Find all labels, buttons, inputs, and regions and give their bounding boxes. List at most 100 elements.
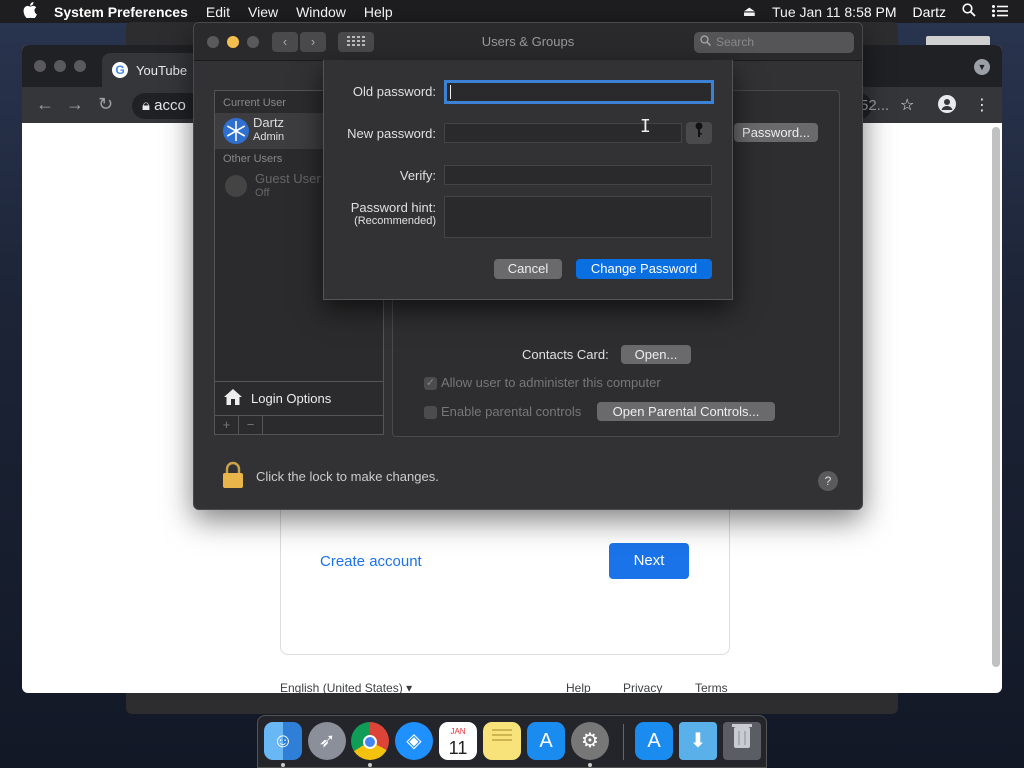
bookmark-star-icon[interactable]: ☆ bbox=[900, 95, 914, 115]
language-label: English (United States) bbox=[280, 681, 403, 693]
running-indicator bbox=[368, 763, 372, 767]
dock-separator bbox=[623, 724, 624, 760]
running-indicator bbox=[281, 763, 285, 767]
ibeam-cursor-icon: I bbox=[640, 116, 651, 137]
language-select[interactable]: English (United States) ▾ bbox=[280, 681, 412, 693]
chevron-down-icon: ▾ bbox=[406, 681, 413, 693]
allow-admin-checkbox[interactable]: ✓ bbox=[424, 377, 437, 390]
current-user-header: Current User bbox=[223, 97, 286, 109]
password-hint-text: Password hint: bbox=[350, 200, 436, 215]
dock: ☺ ➶ ◈ JAN 11 A ⚙ A ⬇ bbox=[257, 715, 767, 768]
footer-terms-link[interactable]: Terms bbox=[695, 681, 728, 693]
menu-window[interactable]: Window bbox=[296, 4, 346, 20]
calendar-month: JAN bbox=[450, 727, 466, 736]
contacts-card-label: Contacts Card: bbox=[522, 347, 609, 362]
old-password-field[interactable] bbox=[444, 80, 714, 104]
user-name: Dartz bbox=[253, 115, 285, 130]
create-account-link[interactable]: Create account bbox=[320, 553, 422, 570]
notification-center-icon[interactable] bbox=[992, 4, 1008, 20]
user-role: Admin bbox=[253, 131, 285, 143]
old-password-label: Old password: bbox=[352, 84, 436, 99]
close-button[interactable] bbox=[34, 60, 46, 72]
password-hint-sub: (Recommended) bbox=[354, 215, 436, 227]
guest-avatar-icon bbox=[225, 175, 247, 197]
footer-help-link[interactable]: Help bbox=[566, 681, 591, 693]
chrome-icon[interactable] bbox=[351, 722, 389, 760]
zoom-button[interactable] bbox=[74, 60, 86, 72]
add-user-button[interactable]: + bbox=[215, 416, 239, 435]
profile-icon[interactable] bbox=[938, 95, 956, 118]
reload-icon[interactable]: ↻ bbox=[98, 94, 113, 115]
login-options-label: Login Options bbox=[251, 391, 332, 406]
launchpad-rocket-icon[interactable]: ➶ bbox=[308, 722, 346, 760]
search-placeholder: Search bbox=[716, 35, 755, 49]
change-password-button[interactable]: Password... bbox=[734, 123, 818, 142]
window-titlebar: ‹ › Users & Groups Search bbox=[194, 23, 862, 61]
lock-icon: 🔒︎ bbox=[142, 97, 155, 114]
verify-label: Verify: bbox=[399, 168, 436, 183]
tab-title: YouTube bbox=[136, 62, 188, 78]
downloads-folder-icon[interactable]: ⬇ bbox=[679, 722, 717, 760]
menubar-status-area: ⏏ Tue Jan 11 8:58 PM Dartz bbox=[743, 0, 1024, 23]
page-scrollbar[interactable] bbox=[992, 127, 1000, 667]
forward-arrow-icon[interactable]: → bbox=[66, 94, 84, 115]
back-arrow-icon[interactable]: ← bbox=[36, 94, 54, 115]
parental-controls-checkbox[interactable] bbox=[424, 406, 437, 419]
apple-menu-icon[interactable] bbox=[20, 2, 40, 21]
new-password-label: New password: bbox=[347, 126, 436, 141]
menu-bar: System Preferences Edit View Window Help… bbox=[0, 0, 1024, 23]
address-text: acco bbox=[154, 97, 186, 114]
clock[interactable]: Tue Jan 11 8:58 PM bbox=[772, 4, 897, 20]
text-cursor bbox=[450, 85, 451, 99]
calendar-day: 11 bbox=[448, 738, 468, 758]
footer-privacy-link[interactable]: Privacy bbox=[623, 681, 662, 693]
lock-text: Click the lock to make changes. bbox=[256, 469, 439, 484]
google-favicon-icon: G bbox=[112, 62, 128, 78]
eject-icon[interactable]: ⏏ bbox=[743, 3, 756, 20]
search-field[interactable]: Search bbox=[694, 32, 854, 53]
password-assistant-key-icon[interactable] bbox=[686, 122, 712, 144]
user-menu[interactable]: Dartz bbox=[913, 4, 946, 20]
menu-help[interactable]: Help bbox=[364, 4, 393, 20]
help-button[interactable]: ? bbox=[818, 471, 838, 491]
menu-edit[interactable]: Edit bbox=[206, 4, 230, 20]
next-button[interactable]: Next bbox=[609, 543, 689, 579]
change-password-confirm-button[interactable]: Change Password bbox=[576, 259, 712, 279]
parental-controls-label: Enable parental controls bbox=[441, 404, 582, 419]
address-tail-text: 52... bbox=[860, 97, 890, 114]
safari-compass-icon[interactable]: ◈ bbox=[395, 722, 433, 760]
tab-search-icon[interactable]: ▼ bbox=[974, 59, 990, 75]
system-preferences-gear-icon[interactable]: ⚙ bbox=[571, 722, 609, 760]
remove-user-button[interactable]: − bbox=[239, 416, 263, 435]
password-hint-field[interactable] bbox=[444, 196, 712, 238]
guest-name: Guest User bbox=[255, 171, 321, 186]
app-store-stack-icon[interactable]: A bbox=[635, 722, 673, 760]
notes-icon[interactable] bbox=[483, 722, 521, 760]
verify-field[interactable] bbox=[444, 165, 712, 185]
list-buttons: + − bbox=[215, 415, 383, 435]
spotlight-search-icon[interactable] bbox=[962, 3, 976, 20]
open-contacts-button[interactable]: Open... bbox=[621, 345, 691, 364]
allow-admin-label: Allow user to administer this computer bbox=[441, 375, 661, 390]
change-password-sheet: Old password: New password: Verify: Pass… bbox=[323, 60, 733, 300]
finder-icon[interactable]: ☺ bbox=[264, 722, 302, 760]
chrome-menu-icon[interactable]: ⋮ bbox=[974, 95, 990, 115]
login-options-row[interactable]: Login Options bbox=[215, 381, 383, 415]
calendar-icon[interactable]: JAN 11 bbox=[439, 722, 477, 760]
guest-status: Off bbox=[255, 187, 270, 199]
trash-icon[interactable] bbox=[723, 722, 761, 760]
app-name-menu[interactable]: System Preferences bbox=[54, 4, 188, 20]
snowflake-avatar-icon bbox=[223, 118, 249, 144]
open-parental-controls-button[interactable]: Open Parental Controls... bbox=[597, 402, 775, 421]
cancel-button[interactable]: Cancel bbox=[494, 259, 562, 279]
search-icon bbox=[700, 32, 711, 53]
password-hint-label: Password hint: (Recommended) bbox=[351, 200, 436, 227]
lock-row: Click the lock to make changes. bbox=[222, 461, 439, 492]
menu-view[interactable]: View bbox=[248, 4, 278, 20]
other-users-header: Other Users bbox=[223, 153, 283, 165]
house-icon bbox=[223, 387, 243, 410]
app-store-icon[interactable]: A bbox=[527, 722, 565, 760]
running-indicator bbox=[588, 763, 592, 767]
minimize-button[interactable] bbox=[54, 60, 66, 72]
padlock-icon[interactable] bbox=[222, 461, 244, 492]
